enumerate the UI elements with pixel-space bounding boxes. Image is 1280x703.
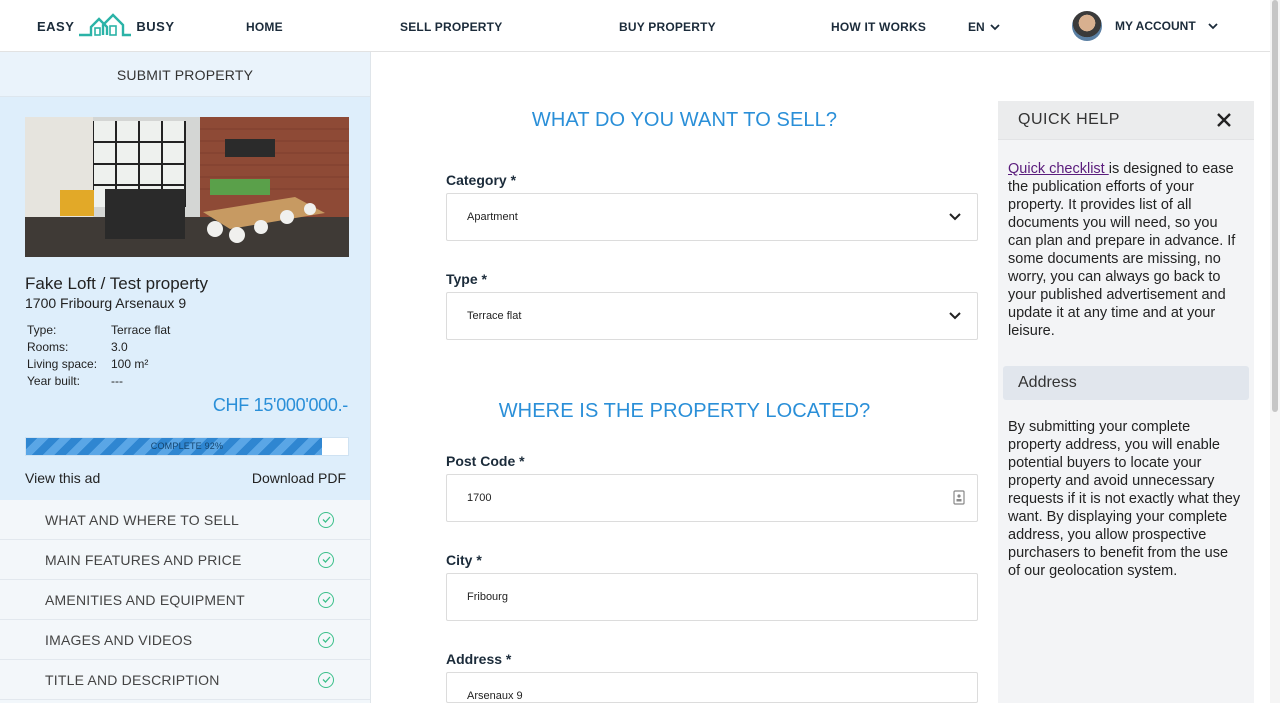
step-label: MAIN FEATURES AND PRICE bbox=[45, 551, 242, 568]
nav-buy-property[interactable]: BUY PROPERTY bbox=[619, 20, 716, 34]
avatar[interactable] bbox=[1072, 11, 1102, 41]
postcode-input[interactable]: 1700 bbox=[446, 474, 978, 522]
step-label: TITLE AND DESCRIPTION bbox=[45, 671, 220, 688]
quick-help-header: QUICK HELP bbox=[998, 101, 1254, 140]
step-item[interactable]: AMENITIES AND EQUIPMENT bbox=[0, 580, 370, 620]
address-input[interactable]: Arsenaux 9 bbox=[446, 672, 978, 703]
property-price: CHF 15'000'000.- bbox=[212, 395, 348, 415]
type-label: Type * bbox=[446, 271, 487, 287]
sidebar: SUBMIT PROPERTY Fake Loft / Test propert… bbox=[0, 52, 371, 703]
check-circle-icon bbox=[318, 671, 334, 688]
step-item[interactable]: TITLE AND DESCRIPTION bbox=[0, 660, 370, 700]
main-form: WHAT DO YOU WANT TO SELL? Category * Apa… bbox=[372, 52, 997, 703]
section-title-what: WHAT DO YOU WANT TO SELL? bbox=[531, 109, 838, 131]
spec-row: Living space: 100 m² bbox=[25, 357, 348, 374]
top-navigation: EASY BUSY HOME SELL PROPERTY BUY PROPERT… bbox=[0, 0, 1270, 52]
city-label: City * bbox=[446, 552, 482, 568]
language-label: EN bbox=[968, 20, 985, 34]
property-photo[interactable] bbox=[25, 117, 349, 257]
step-label: AMENITIES AND EQUIPMENT bbox=[45, 591, 245, 608]
step-label: WHAT AND WHERE TO SELL bbox=[45, 511, 239, 528]
account-menu[interactable]: MY ACCOUNT bbox=[1072, 11, 1218, 41]
logo-house-icon bbox=[79, 13, 132, 37]
scrollbar[interactable] bbox=[1270, 0, 1280, 703]
chevron-down-icon bbox=[1208, 22, 1218, 29]
check-circle-icon bbox=[318, 551, 334, 568]
category-label: Category * bbox=[446, 172, 517, 188]
spec-row: Year built: --- bbox=[25, 374, 348, 391]
logo[interactable]: EASY BUSY bbox=[37, 10, 175, 42]
sidebar-title: SUBMIT PROPERTY bbox=[0, 52, 370, 97]
progress-text: COMPLETE 92% bbox=[150, 441, 224, 451]
spec-value: Terrace flat bbox=[111, 323, 171, 337]
chevron-down-icon bbox=[990, 23, 1000, 30]
type-select[interactable]: Terrace flat bbox=[446, 292, 978, 340]
spec-row: Rooms: 3.0 bbox=[25, 340, 348, 357]
city-value: Fribourg bbox=[467, 591, 508, 603]
spec-value: 100 m² bbox=[111, 357, 149, 371]
card-links: View this ad Download PDF bbox=[25, 470, 348, 486]
property-specs: Type: Terrace flat Rooms: 3.0 Living space… bbox=[25, 323, 348, 391]
chevron-down-icon bbox=[949, 312, 961, 320]
address-value: Arsenaux 9 bbox=[467, 690, 523, 702]
spec-value: --- bbox=[111, 374, 123, 388]
view-ad-link[interactable]: View this ad bbox=[25, 470, 100, 486]
city-input[interactable]: Fribourg bbox=[446, 573, 978, 621]
spec-label: Rooms: bbox=[27, 340, 69, 354]
check-circle-icon bbox=[318, 631, 334, 648]
check-circle-icon bbox=[318, 511, 334, 528]
logo-text-left: EASY bbox=[37, 18, 75, 34]
postcode-label: Post Code * bbox=[446, 453, 525, 469]
property-card: Fake Loft / Test property 1700 Fribourg … bbox=[0, 97, 370, 500]
spec-label: Living space: bbox=[27, 357, 98, 371]
category-value: Apartment bbox=[467, 211, 518, 223]
chevron-down-icon bbox=[949, 213, 961, 221]
step-item[interactable]: MAIN FEATURES AND PRICE bbox=[0, 540, 370, 580]
quick-help-text: Quick checklist is designed to ease the … bbox=[998, 140, 1254, 340]
quick-checklist-link[interactable]: Quick checklist bbox=[1008, 161, 1109, 177]
step-label: IMAGES AND VIDEOS bbox=[45, 631, 193, 648]
postcode-value: 1700 bbox=[467, 492, 492, 504]
logo-text-right: BUSY bbox=[136, 18, 175, 34]
contact-card-icon[interactable] bbox=[953, 490, 965, 505]
check-circle-icon bbox=[318, 591, 334, 608]
nav-home[interactable]: HOME bbox=[246, 20, 283, 34]
completion-progress-bar: COMPLETE 92% bbox=[25, 437, 349, 456]
spec-row: Type: Terrace flat bbox=[25, 323, 348, 340]
help-section-address: Address bbox=[1003, 366, 1249, 400]
property-address: 1700 Fribourg Arsenaux 9 bbox=[25, 295, 187, 311]
close-icon[interactable] bbox=[1216, 112, 1232, 128]
spec-label: Type: bbox=[27, 323, 57, 337]
quick-help-title: QUICK HELP bbox=[1018, 111, 1120, 128]
download-pdf-link[interactable]: Download PDF bbox=[252, 470, 346, 486]
quick-help-panel: QUICK HELP Quick checklist is designed t… bbox=[998, 101, 1254, 703]
spec-value: 3.0 bbox=[111, 340, 128, 354]
spec-label: Year built: bbox=[27, 374, 80, 388]
step-list: WHAT AND WHERE TO SELL MAIN FEATURES AND… bbox=[0, 500, 370, 700]
nav-sell-property[interactable]: SELL PROPERTY bbox=[400, 20, 502, 34]
section-title-where: WHERE IS THE PROPERTY LOCATED? bbox=[498, 400, 871, 422]
type-value: Terrace flat bbox=[467, 310, 522, 322]
account-label: MY ACCOUNT bbox=[1115, 19, 1196, 33]
step-item[interactable]: WHAT AND WHERE TO SELL bbox=[0, 500, 370, 540]
nav-how-it-works[interactable]: HOW IT WORKS bbox=[831, 20, 926, 34]
category-select[interactable]: Apartment bbox=[446, 193, 978, 241]
help-address-text: By submitting your complete property add… bbox=[1008, 419, 1241, 579]
address-label: Address * bbox=[446, 651, 512, 667]
scrollbar-thumb[interactable] bbox=[1272, 0, 1278, 412]
property-name: Fake Loft / Test property bbox=[25, 274, 208, 293]
step-item[interactable]: IMAGES AND VIDEOS bbox=[0, 620, 370, 660]
language-selector[interactable]: EN bbox=[968, 20, 1000, 34]
quick-help-paragraph: is designed to ease the publication effo… bbox=[1008, 161, 1236, 339]
